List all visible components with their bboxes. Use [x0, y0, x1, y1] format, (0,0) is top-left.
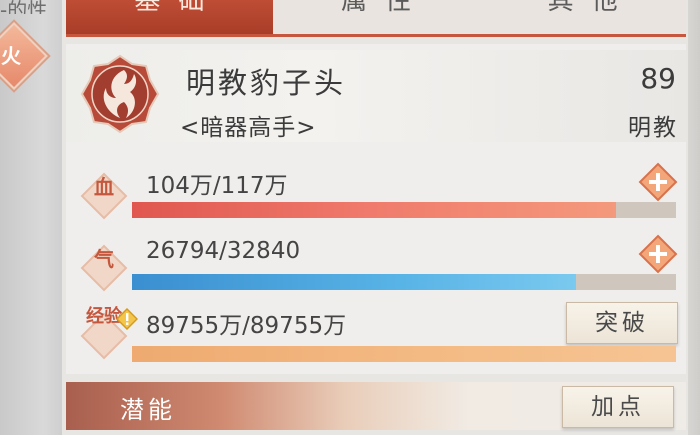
background-left-strip: -的性 火 — [0, 0, 62, 435]
hero-name: 明教豹子头 — [186, 66, 347, 100]
element-char: 火 — [1, 44, 21, 68]
hp-label: 血 — [94, 175, 114, 199]
mp-row: 气 26794/32840 — [66, 234, 686, 296]
tab-other[interactable]: 其他 — [479, 0, 687, 34]
mp-label: 气 — [94, 247, 114, 271]
tab-bar: 基础 属性 其他 — [66, 0, 687, 37]
hp-bar — [132, 202, 676, 218]
xp-row: 经验 89755万/89755万 突破 — [66, 302, 686, 364]
mp-plus-icon[interactable] — [638, 234, 678, 274]
hp-value: 104万/117万 — [146, 173, 288, 199]
hp-plus-icon[interactable] — [638, 162, 678, 202]
hp-bar-fill — [132, 202, 617, 218]
basic-info-card: 明教豹子头 89 <暗器高手> 明教 血 104万/117万 气 26794/3… — [66, 44, 686, 374]
mp-value: 26794/32840 — [146, 238, 301, 264]
breakthrough-button[interactable]: 突破 — [566, 302, 678, 344]
hero-level: 89 — [640, 62, 676, 95]
mp-bar — [132, 274, 676, 290]
tab-basic[interactable]: 基础 — [66, 0, 273, 34]
character-panel: 基础 属性 其他 明教豹子头 89 <暗器高手> 明教 血 104万/117万 — [62, 0, 700, 435]
flame-emblem-icon — [80, 54, 160, 134]
hero-title: <暗器高手> — [180, 115, 317, 141]
alert-icon[interactable] — [116, 308, 138, 330]
add-points-button[interactable]: 加点 — [562, 386, 674, 428]
panel-right-edge — [688, 0, 700, 435]
hp-row: 血 104万/117万 — [66, 162, 686, 224]
xp-bar — [132, 346, 676, 362]
hero-school: 明教 — [628, 115, 678, 141]
xp-bar-fill — [132, 346, 676, 362]
hero-header: 明教豹子头 89 <暗器高手> 明教 — [66, 50, 686, 142]
mp-bar-fill — [132, 274, 576, 290]
potential-bar: 潜能 加点 — [66, 382, 686, 430]
potential-label: 潜能 — [120, 396, 176, 424]
tab-attributes[interactable]: 属性 — [272, 0, 480, 34]
left-partial-text: -的性 — [0, 0, 48, 14]
xp-value: 89755万/89755万 — [146, 313, 347, 339]
